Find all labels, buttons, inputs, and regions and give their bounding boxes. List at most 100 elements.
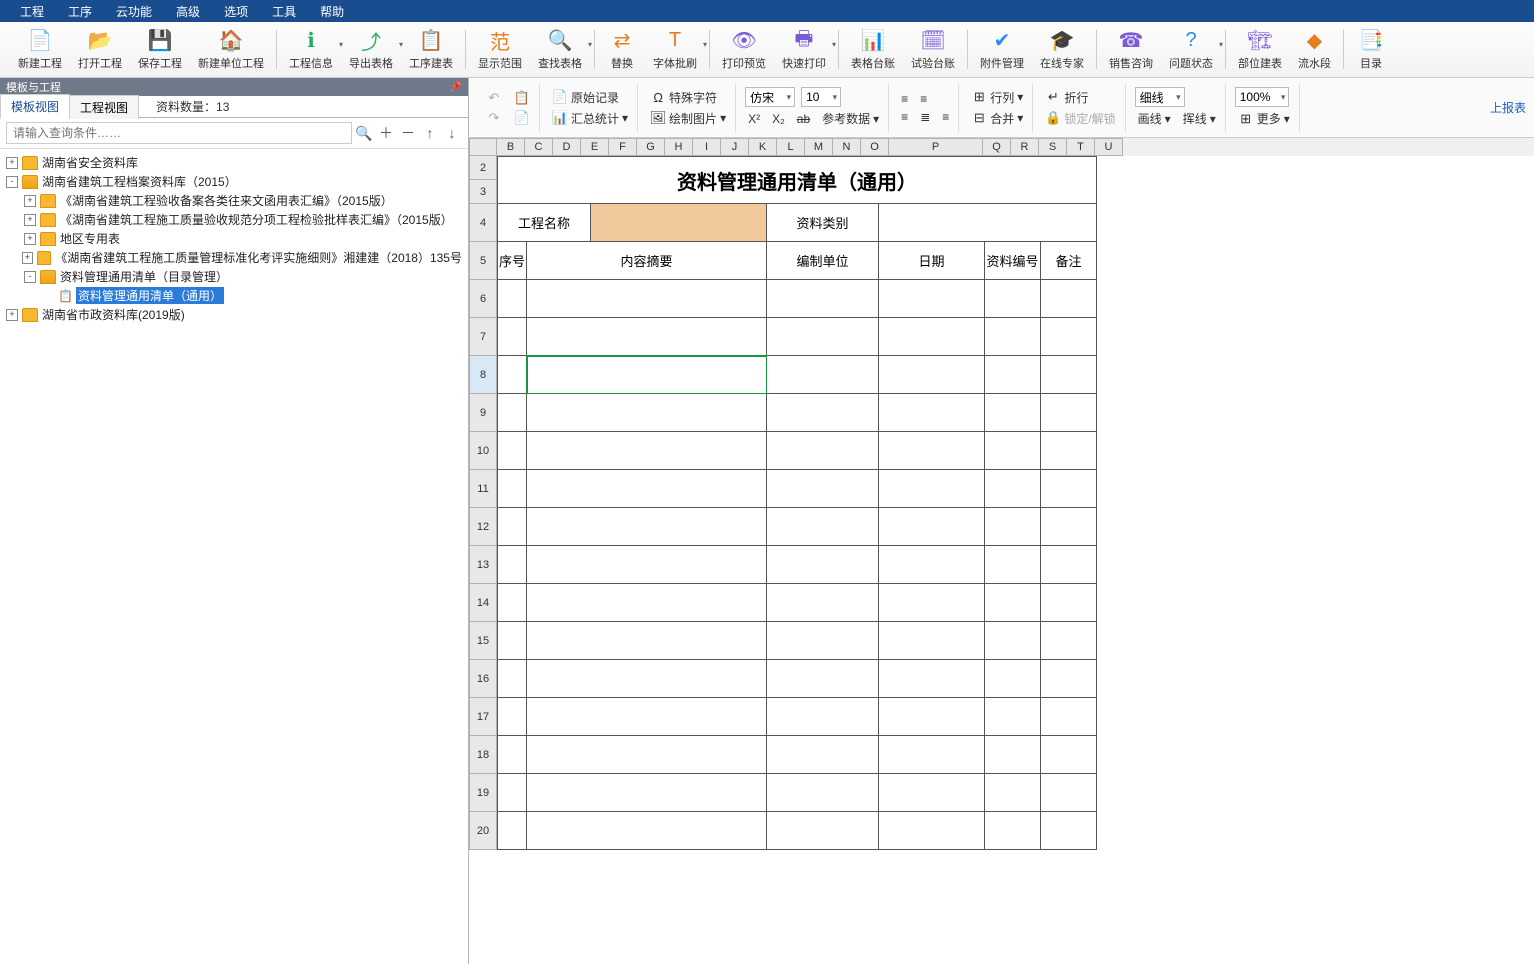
- table-cell[interactable]: [767, 394, 879, 432]
- table-cell[interactable]: [767, 356, 879, 394]
- menu-item[interactable]: 工序: [56, 3, 104, 20]
- toolbar-button[interactable]: 🔍查找表格: [530, 24, 590, 75]
- column-header[interactable]: F: [609, 138, 637, 156]
- table-cell[interactable]: [1041, 660, 1097, 698]
- table-cell[interactable]: [767, 546, 879, 584]
- table-cell[interactable]: [1041, 584, 1097, 622]
- add-icon[interactable]: ＋: [376, 123, 396, 143]
- undo-button[interactable]: ↶: [483, 89, 505, 107]
- column-header[interactable]: C: [525, 138, 553, 156]
- column-header[interactable]: L: [777, 138, 805, 156]
- table-cell[interactable]: [527, 622, 767, 660]
- row-col-button[interactable]: ⊞行列 ▾: [968, 88, 1026, 107]
- subscript-button[interactable]: X₂: [769, 111, 788, 127]
- table-cell[interactable]: [1041, 812, 1097, 850]
- table-cell[interactable]: [767, 280, 879, 318]
- table-cell[interactable]: [497, 280, 527, 318]
- toolbar-button[interactable]: 📑目录: [1348, 24, 1394, 75]
- align-center-icon[interactable]: ≡: [917, 91, 930, 107]
- sheet-corner[interactable]: [469, 138, 497, 156]
- table-cell[interactable]: [527, 356, 767, 394]
- table-cell[interactable]: [767, 622, 879, 660]
- column-header[interactable]: O: [861, 138, 889, 156]
- zoom-select[interactable]: 100%: [1235, 87, 1290, 107]
- tree-toggle-icon[interactable]: +: [24, 214, 36, 226]
- table-cell[interactable]: [1041, 470, 1097, 508]
- table-cell[interactable]: [985, 318, 1041, 356]
- table-cell[interactable]: [527, 736, 767, 774]
- table-cell[interactable]: [1041, 280, 1097, 318]
- column-header[interactable]: J: [721, 138, 749, 156]
- table-cell[interactable]: [985, 470, 1041, 508]
- table-cell[interactable]: [879, 508, 985, 546]
- row-header[interactable]: 17: [469, 698, 497, 736]
- table-cell[interactable]: [497, 698, 527, 736]
- table-cell[interactable]: [985, 812, 1041, 850]
- column-header[interactable]: T: [1067, 138, 1095, 156]
- table-cell[interactable]: [1041, 508, 1097, 546]
- table-cell[interactable]: [527, 432, 767, 470]
- column-header[interactable]: Q: [983, 138, 1011, 156]
- ref-data-button[interactable]: 参考数据 ▾: [819, 109, 882, 128]
- table-cell[interactable]: [985, 394, 1041, 432]
- table-cell[interactable]: [767, 736, 879, 774]
- row-header[interactable]: 18: [469, 736, 497, 774]
- column-header[interactable]: D: [553, 138, 581, 156]
- tree-node[interactable]: +地区专用表: [6, 229, 462, 248]
- table-cell[interactable]: [497, 812, 527, 850]
- tree-node[interactable]: +湖南省市政资料库(2019版): [6, 305, 462, 324]
- tree-toggle-icon[interactable]: +: [22, 252, 33, 264]
- align-right-icon[interactable]: ≡: [939, 109, 952, 125]
- toolbar-button[interactable]: T字体批刷: [645, 24, 705, 75]
- table-cell[interactable]: [1041, 356, 1097, 394]
- table-cell[interactable]: [497, 432, 527, 470]
- column-header[interactable]: N: [833, 138, 861, 156]
- menu-item[interactable]: 工具: [260, 3, 308, 20]
- down-icon[interactable]: ↓: [442, 123, 462, 143]
- superscript-button[interactable]: X²: [745, 111, 763, 127]
- special-char-button[interactable]: Ω特殊字符: [647, 88, 720, 107]
- spreadsheet[interactable]: BCDEFGHIJKLMNOPQRSTU23资料管理通用清单（通用）4工程名称资…: [469, 138, 1534, 964]
- strike-button[interactable]: ab: [794, 111, 813, 127]
- tree-toggle-icon[interactable]: -: [24, 271, 36, 283]
- row-header[interactable]: 13: [469, 546, 497, 584]
- menu-item[interactable]: 云功能: [104, 3, 164, 20]
- row-header[interactable]: 15: [469, 622, 497, 660]
- font-select[interactable]: 仿宋: [745, 87, 795, 107]
- table-cell[interactable]: [767, 508, 879, 546]
- table-cell[interactable]: [497, 660, 527, 698]
- table-cell[interactable]: [497, 394, 527, 432]
- report-button[interactable]: 上报表: [1490, 99, 1526, 116]
- row-header[interactable]: 20: [469, 812, 497, 850]
- toolbar-button[interactable]: 🖶快速打印: [774, 24, 834, 75]
- panel-tab[interactable]: 工程视图: [69, 95, 139, 119]
- tree-node[interactable]: +《湖南省建筑工程施工质量管理标准化考评实施细则》湘建建（2018）135号: [6, 248, 462, 267]
- table-cell[interactable]: [879, 698, 985, 736]
- row-header[interactable]: 9: [469, 394, 497, 432]
- toolbar-button[interactable]: 💾保存工程: [130, 24, 190, 75]
- tree-node[interactable]: +《湖南省建筑工程验收备案各类往来文函用表汇编》（2015版）: [6, 191, 462, 210]
- tree-toggle-icon[interactable]: +: [24, 233, 36, 245]
- table-cell[interactable]: [527, 660, 767, 698]
- row-header[interactable]: 4: [469, 204, 497, 242]
- border-button[interactable]: 画线▾: [1135, 109, 1174, 128]
- table-cell[interactable]: [879, 394, 985, 432]
- align-justify-icon[interactable]: ≣: [917, 109, 933, 125]
- table-cell[interactable]: [985, 622, 1041, 660]
- toolbar-button[interactable]: ⇄替换: [599, 24, 645, 75]
- column-header[interactable]: B: [497, 138, 525, 156]
- tree-toggle-icon[interactable]: +: [6, 309, 18, 321]
- pin-icon[interactable]: 📌: [450, 82, 462, 93]
- more-button[interactable]: ⊞更多 ▾: [1235, 109, 1293, 128]
- menu-item[interactable]: 帮助: [308, 3, 356, 20]
- table-cell[interactable]: [1041, 432, 1097, 470]
- table-cell[interactable]: [767, 432, 879, 470]
- table-cell[interactable]: [767, 318, 879, 356]
- tree-toggle-icon[interactable]: -: [6, 176, 18, 188]
- table-cell[interactable]: [879, 546, 985, 584]
- line-style-select[interactable]: 细线: [1135, 87, 1185, 107]
- column-header[interactable]: H: [665, 138, 693, 156]
- row-header[interactable]: 5: [469, 242, 497, 280]
- column-header[interactable]: I: [693, 138, 721, 156]
- table-cell[interactable]: [767, 812, 879, 850]
